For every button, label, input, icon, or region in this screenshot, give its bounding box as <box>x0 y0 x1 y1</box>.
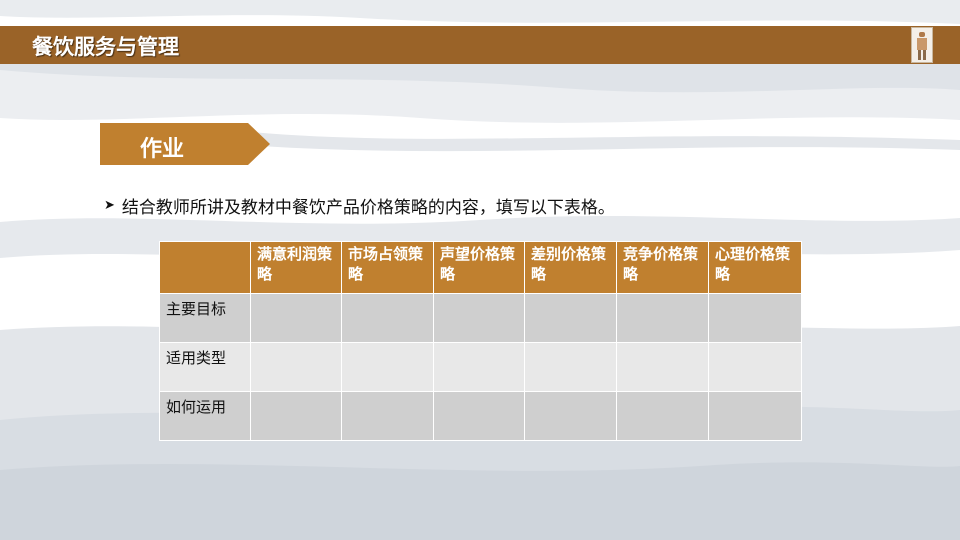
table-cell[interactable] <box>433 391 525 441</box>
column-header: 心理价格策略 <box>708 241 802 294</box>
row-label: 适用类型 <box>159 342 251 392</box>
column-header: 声望价格策略 <box>433 241 525 294</box>
table-cell[interactable] <box>433 293 525 343</box>
column-header: 市场占领策略 <box>341 241 434 294</box>
table-cell[interactable] <box>250 391 342 441</box>
table-cell[interactable] <box>708 342 802 392</box>
arrow-right-icon: ➤ <box>104 198 115 213</box>
table-cell[interactable] <box>616 391 709 441</box>
table-cell[interactable] <box>708 391 802 441</box>
column-header: 差别价格策略 <box>524 241 617 294</box>
table-cell[interactable] <box>341 293 434 343</box>
table-row: 如何运用 <box>159 391 802 441</box>
table-row: 适用类型 <box>159 342 802 392</box>
table-cell[interactable] <box>524 293 617 343</box>
logo-icon <box>911 27 933 63</box>
column-header: 满意利润策略 <box>250 241 342 294</box>
table-header-row: 满意利润策略 市场占领策略 声望价格策略 差别价格策略 竞争价格策略 心理价格策… <box>159 241 802 294</box>
table-cell[interactable] <box>433 342 525 392</box>
strategy-table: 满意利润策略 市场占领策略 声望价格策略 差别价格策略 竞争价格策略 心理价格策… <box>159 241 802 441</box>
table-cell[interactable] <box>616 293 709 343</box>
table-cell[interactable] <box>616 342 709 392</box>
instruction-text: 结合教师所讲及教材中餐饮产品价格策略的内容，填写以下表格。 <box>121 198 615 218</box>
table-row: 主要目标 <box>159 293 802 343</box>
column-header: 竞争价格策略 <box>616 241 709 294</box>
table-cell[interactable] <box>341 342 434 392</box>
table-cell[interactable] <box>524 391 617 441</box>
table-cell[interactable] <box>250 342 342 392</box>
section-tag-label: 作业 <box>140 137 185 162</box>
table-cell[interactable] <box>524 342 617 392</box>
row-label: 如何运用 <box>159 391 251 441</box>
section-tag-shape <box>100 123 270 165</box>
table-cell[interactable] <box>250 293 342 343</box>
header-title: 餐饮服务与管理 <box>32 35 179 59</box>
table-corner-cell <box>159 241 251 294</box>
instruction: ➤ 结合教师所讲及教材中餐饮产品价格策略的内容，填写以下表格。 <box>104 193 615 218</box>
row-label: 主要目标 <box>159 293 251 343</box>
table-cell[interactable] <box>708 293 802 343</box>
table-cell[interactable] <box>341 391 434 441</box>
